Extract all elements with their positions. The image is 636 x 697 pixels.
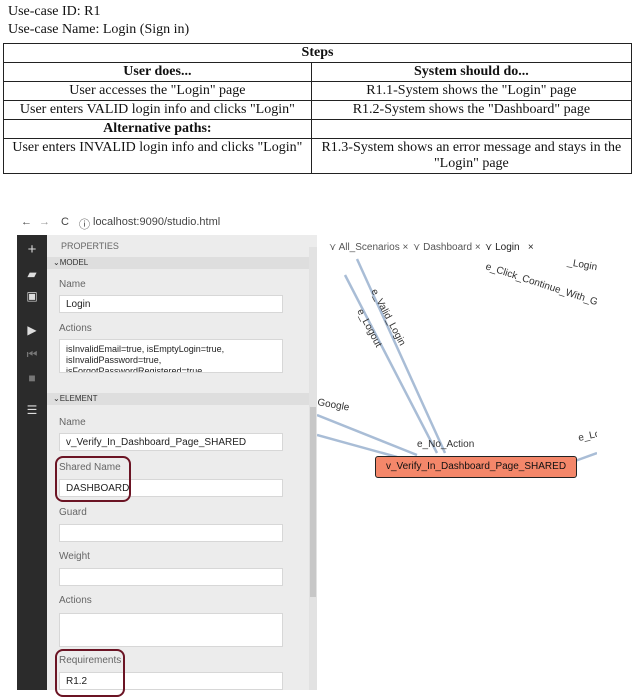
element-name-input[interactable]: v_Verify_In_Dashboard_Page_SHARED [59,433,283,451]
save-icon[interactable]: ▣ [25,289,39,303]
vertex-verify-dashboard[interactable]: v_Verify_In_Dashboard_Page_SHARED [375,456,577,478]
edge-line [355,258,447,454]
back-icon[interactable]: ← [21,216,32,228]
chevron-down-icon: ⌄ [53,258,60,267]
edge-label[interactable]: e_Lo [577,428,597,443]
edge-line [574,451,597,463]
table-cell: R1.1-System shows the "Login" page [310,81,633,101]
table-cell [310,119,633,139]
model-actions-textarea[interactable]: isInvalidEmail=true, isEmptyLogin=true, … [59,339,283,373]
info-icon: ⓘ [79,219,90,231]
guard-label: Guard [59,507,87,518]
edge-label[interactable]: e_No_Action [417,439,474,450]
url-field[interactable]: localhost:9090/studio.html [93,216,220,228]
table-cell: User enters INVALID login info and click… [3,138,312,174]
use-case-name: Use-case Name: Login (Sign in) [8,22,190,37]
studio-screenshot: ← → C ⓘ localhost:9090/studio.html + ▰ ▣… [17,211,597,697]
folder-icon[interactable]: ▰ [25,267,39,281]
guard-input[interactable] [59,524,283,542]
play-icon[interactable]: ▶ [25,323,39,337]
properties-panel: PROPERTIES ⌄MODEL Name Login Actions isI… [47,235,317,697]
highlight-box-shared-name [55,456,131,502]
col-system-header: System should do... [310,62,633,82]
use-case-id: Use-case ID: R1 [8,4,101,19]
table-cell: R1.3-System shows an error message and s… [310,138,633,174]
alt-paths-header: Alternative paths: [3,119,312,139]
element-section-header[interactable]: ⌄ELEMENT [47,393,315,405]
table-cell: User accesses the "Login" page [3,81,312,101]
graph-canvas[interactable]: ⋎ All_Scenarios × ⋎ Dashboard × ⋎ Login … [317,235,597,690]
browser-address-bar: ← → C ⓘ localhost:9090/studio.html [17,211,597,235]
scrollbar-thumb[interactable] [310,407,316,597]
edge-label[interactable]: e_Logout [354,307,383,349]
chevron-down-icon: ⌄ [53,394,60,403]
stop-icon[interactable]: ■ [25,371,39,385]
model-section-label: MODEL [59,258,89,267]
steps-header: Steps [3,43,632,63]
properties-title: PROPERTIES [61,241,119,251]
use-case-table: Steps User does... System should do... U… [3,43,633,174]
plus-icon[interactable]: + [25,242,39,257]
edge-label[interactable]: _Login [565,257,597,273]
edge-line [343,274,439,454]
reload-icon[interactable]: C [61,216,69,228]
edge-line [317,433,398,459]
model-section-header[interactable]: ⌄MODEL [47,257,315,269]
tool-sidebar: + ▰ ▣ ▶ ⏮ ■ ☰ [17,235,47,690]
list-icon[interactable]: ☰ [25,403,39,417]
col-user-header: User does... [3,62,312,82]
element-section-label: ELEMENT [59,394,98,403]
weight-label: Weight [59,551,90,562]
model-name-input[interactable]: Login [59,295,283,313]
element-actions-textarea[interactable] [59,613,283,647]
table-cell: R1.2-System shows the "Dashboard" page [310,100,633,120]
model-actions-label: Actions [59,323,92,334]
element-name-label: Name [59,417,86,428]
step-icon[interactable]: ⏮ [25,347,39,361]
element-actions-label: Actions [59,595,92,606]
forward-icon[interactable]: → [39,216,50,228]
edge-label[interactable]: Google [317,397,351,414]
model-name-label: Name [59,279,86,290]
weight-input[interactable] [59,568,283,586]
properties-scrollbar[interactable] [309,247,317,690]
table-cell: User enters VALID login info and clicks … [3,100,312,120]
